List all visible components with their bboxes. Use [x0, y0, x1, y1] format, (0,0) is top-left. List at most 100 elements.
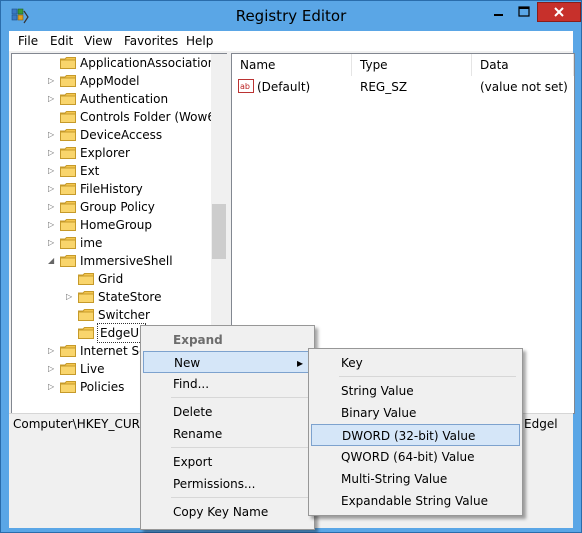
tree-item-label: StateStore	[98, 290, 162, 304]
ctx-expand: Expand	[143, 329, 312, 351]
folder-icon	[78, 291, 94, 303]
expand-arrow-icon[interactable]: ◢	[48, 252, 56, 270]
menu-item-label: Expand	[173, 333, 223, 347]
tree-item-label: EdgeUI	[97, 323, 146, 343]
ctx-permissions[interactable]: Permissions...	[143, 473, 312, 495]
tree-item-switcher[interactable]: Switcher	[12, 306, 210, 324]
menu-help[interactable]: Help	[186, 34, 213, 48]
tree-item-authentication[interactable]: ▷ Authentication	[12, 90, 210, 108]
menu-item-label: Rename	[173, 427, 223, 441]
menu-item-label: Find...	[173, 377, 210, 391]
expand-arrow-icon[interactable]: ▷	[48, 234, 56, 252]
value-name: (Default)	[257, 80, 311, 94]
maximize-button[interactable]	[511, 2, 537, 22]
ctx-delete[interactable]: Delete	[143, 401, 312, 423]
tree-item-label: DeviceAccess	[80, 128, 163, 142]
status-path-end: Edgel	[524, 417, 558, 431]
expand-arrow-icon[interactable]: ▷	[48, 342, 56, 360]
folder-icon	[60, 147, 76, 159]
tree-item-label: Ext	[80, 164, 100, 178]
tree-item-controls-folder-wow64[interactable]: Controls Folder (Wow64	[12, 108, 223, 126]
tree-item-label: Group Policy	[80, 200, 155, 214]
minimize-icon	[494, 14, 503, 16]
value-type: REG_SZ	[360, 80, 408, 94]
ctx-rename[interactable]: Rename	[143, 423, 312, 445]
column-type-header[interactable]: Type	[352, 54, 472, 76]
menu-separator	[171, 497, 308, 498]
tree-item-statestore[interactable]: ▷ StateStore	[12, 288, 210, 306]
menu-item-label: Permissions...	[173, 477, 256, 491]
expand-arrow-icon[interactable]: ▷	[66, 288, 74, 306]
menu-edit[interactable]: Edit	[50, 34, 73, 48]
menu-item-label: QWORD (64-bit) Value	[341, 450, 475, 464]
tree-item-ime[interactable]: ▷ ime	[12, 234, 210, 252]
value-row[interactable]: ab (Default) REG_SZ (value not set)	[232, 78, 574, 96]
tree-item-filehistory[interactable]: ▷ FileHistory	[12, 180, 210, 198]
tree-item-label: Explorer	[80, 146, 130, 160]
value-data: (value not set)	[480, 80, 568, 94]
maximize-icon	[518, 6, 530, 17]
expand-arrow-icon[interactable]: ▷	[48, 378, 56, 396]
new-qword-64-bit-value[interactable]: QWORD (64-bit) Value	[311, 446, 520, 468]
expand-arrow-icon[interactable]: ▷	[48, 162, 56, 180]
tree-item-ext[interactable]: ▷ Ext	[12, 162, 210, 180]
tree-item-deviceaccess[interactable]: ▷ DeviceAccess	[12, 126, 210, 144]
menu-file[interactable]: File	[18, 34, 38, 48]
menu-bar: File Edit View Favorites Help	[9, 31, 573, 51]
close-button[interactable]	[537, 2, 581, 22]
menu-view[interactable]: View	[84, 34, 112, 48]
expand-arrow-icon[interactable]: ▷	[48, 90, 56, 108]
folder-icon	[60, 219, 76, 231]
menu-item-label: Key	[341, 356, 363, 370]
tree-item-label: Policies	[80, 380, 125, 394]
new-dword-32-bit-value[interactable]: DWORD (32-bit) Value	[311, 424, 520, 446]
svg-text:ab: ab	[240, 82, 250, 91]
column-name-header[interactable]: Name	[232, 54, 352, 76]
new-key[interactable]: Key	[311, 352, 520, 374]
expand-arrow-icon[interactable]: ▷	[48, 72, 56, 90]
expand-arrow-icon[interactable]: ▷	[48, 180, 56, 198]
folder-icon	[60, 201, 76, 213]
folder-icon	[60, 345, 76, 357]
column-data-header[interactable]: Data	[472, 54, 574, 76]
folder-icon	[60, 57, 76, 69]
ctx-find[interactable]: Find...	[143, 373, 312, 395]
minimize-button[interactable]	[485, 2, 511, 22]
tree-item-label: Live	[80, 362, 105, 376]
tree-item-label: HomeGroup	[80, 218, 152, 232]
menu-separator	[171, 447, 308, 448]
ctx-new[interactable]: New ▸	[143, 351, 312, 373]
new-expandable-string-value[interactable]: Expandable String Value	[311, 490, 520, 512]
ctx-copy-key-name[interactable]: Copy Key Name	[143, 501, 312, 523]
menu-separator	[171, 397, 308, 398]
expand-arrow-icon[interactable]: ▷	[48, 360, 56, 378]
tree-item-applicationassociationt[interactable]: ApplicationAssociationT	[12, 54, 223, 72]
tree-item-homegroup[interactable]: ▷ HomeGroup	[12, 216, 210, 234]
tree-item-appmodel[interactable]: ▷ AppModel	[12, 72, 210, 90]
menu-favorites[interactable]: Favorites	[124, 34, 178, 48]
tree-item-label: AppModel	[80, 74, 140, 88]
folder-icon	[78, 273, 94, 285]
expand-arrow-icon[interactable]: ▷	[48, 144, 56, 162]
title-bar[interactable]: Registry Editor	[1, 1, 581, 31]
expand-arrow-icon[interactable]: ▷	[48, 216, 56, 234]
tree-scrollbar-thumb[interactable]	[212, 204, 226, 259]
new-submenu: Key String Value Binary Value DWORD (32-bit…	[308, 348, 523, 516]
new-string-value[interactable]: String Value	[311, 380, 520, 402]
new-binary-value[interactable]: Binary Value	[311, 402, 520, 424]
tree-item-explorer[interactable]: ▷ Explorer	[12, 144, 210, 162]
menu-item-label: Multi-String Value	[341, 472, 448, 486]
tree-item-immersiveshell[interactable]: ◢ ImmersiveShell	[12, 252, 210, 270]
expand-arrow-icon[interactable]: ▷	[48, 126, 56, 144]
menu-item-label: Copy Key Name	[173, 505, 269, 519]
tree-item-grid[interactable]: Grid	[12, 270, 210, 288]
ctx-export[interactable]: Export	[143, 451, 312, 473]
string-value-icon: ab	[238, 79, 254, 93]
tree-item-group-policy[interactable]: ▷ Group Policy	[12, 198, 210, 216]
tree-item-label: ImmersiveShell	[80, 254, 173, 268]
expand-arrow-icon[interactable]: ▷	[48, 198, 56, 216]
tree-item-label: ime	[80, 236, 103, 250]
tree-item-label: Switcher	[98, 308, 150, 322]
new-multi-string-value[interactable]: Multi-String Value	[311, 468, 520, 490]
menu-item-label: DWORD (32-bit) Value	[342, 429, 476, 443]
